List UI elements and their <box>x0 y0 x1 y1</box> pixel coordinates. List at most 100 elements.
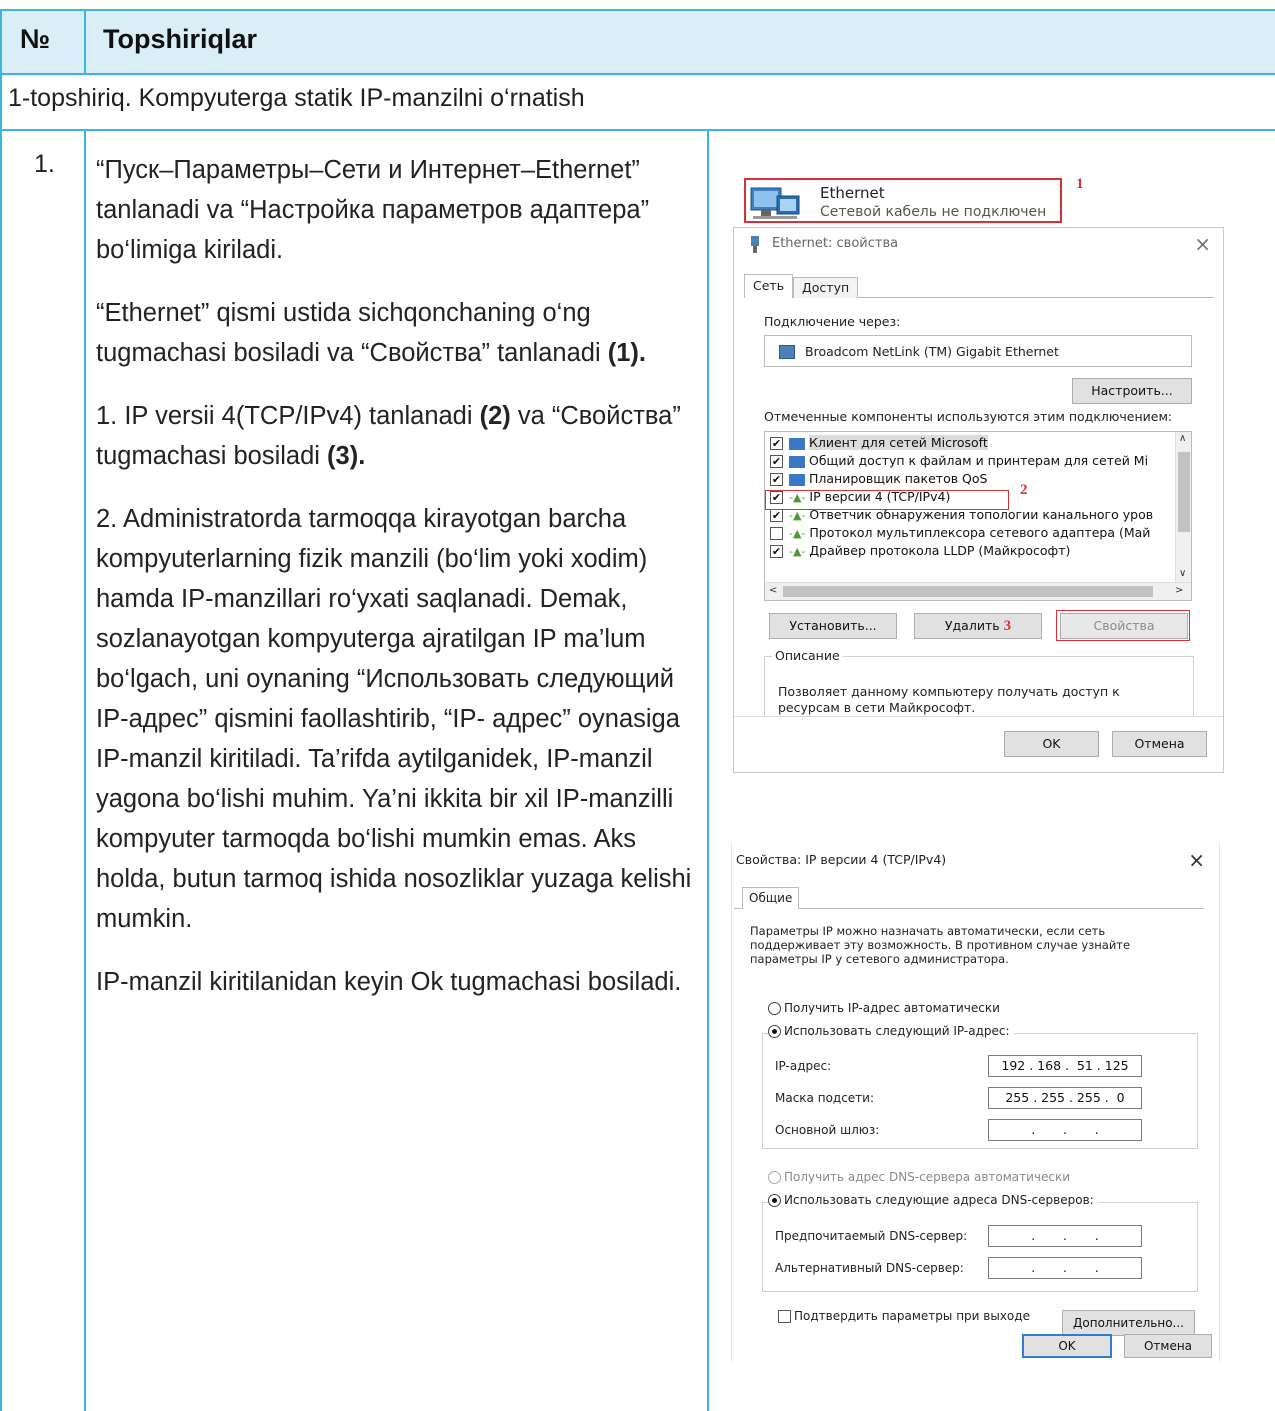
configure-button[interactable]: Настроить... <box>1072 378 1192 404</box>
close-icon[interactable]: × <box>1194 232 1211 256</box>
list-item[interactable]: ✔ -▲- Драйвер протокола LLDP (Майкрософт) <box>770 543 1070 562</box>
radio-manual-ip-label: Использовать следующий IP-адрес: <box>784 1024 1010 1038</box>
gateway-field[interactable]: . . . <box>988 1119 1142 1141</box>
frame-col1-lower <box>84 129 86 1411</box>
tab-network[interactable]: Сеть <box>744 274 794 298</box>
scroll-thumb[interactable] <box>783 586 1153 597</box>
components-label: Отмеченные компоненты используются этим … <box>764 409 1173 424</box>
radio-icon[interactable] <box>768 1171 781 1184</box>
radio-manual-ip[interactable]: Использовать следующий IP-адрес: <box>768 1024 1014 1038</box>
cancel-button[interactable]: Отмена <box>1124 1334 1212 1358</box>
subnet-mask-field[interactable]: 255 . 255 . 255 . 0 <box>988 1087 1142 1109</box>
checkbox[interactable] <box>770 527 783 540</box>
highlight-box-1 <box>744 178 1062 223</box>
ip-label: IP-адрес: <box>775 1059 832 1073</box>
scroll-down-icon[interactable]: ∨ <box>1179 568 1186 579</box>
paragraph-3-ref-2: (2) <box>479 402 511 430</box>
list-item[interactable]: ✔ Планировщик пакетов QoS <box>770 471 987 490</box>
adapter-field: Broadcom NetLink (TM) Gigabit Ethernet <box>764 335 1192 367</box>
checkbox[interactable]: ✔ <box>770 473 783 486</box>
gateway-label: Основной шлюз: <box>775 1123 880 1137</box>
paragraph-2: “Ethernet” qismi ustida sichqonchaning o… <box>96 293 708 373</box>
scroll-up-icon[interactable]: ∧ <box>1179 433 1186 444</box>
paragraph-3-ref-3: (3). <box>327 442 366 470</box>
component-label: Общий доступ к файлам и принтерам для се… <box>809 453 1149 468</box>
step-number: 1. <box>34 150 55 178</box>
marker-1: 1 <box>1076 176 1084 192</box>
scroll-left-icon[interactable]: < <box>769 585 777 596</box>
list-item[interactable]: ✔ Общий доступ к файлам и принтерам для с… <box>770 453 1148 472</box>
highlight-box-2 <box>765 490 1009 510</box>
radio-auto-dns[interactable]: Получить адрес DNS-сервера автоматически <box>768 1170 1070 1184</box>
adapter-name: Broadcom NetLink (TM) Gigabit Ethernet <box>805 344 1059 359</box>
mask-label: Маска подсети: <box>775 1091 875 1105</box>
header-title: Topshiriqlar <box>103 24 258 54</box>
ethernet-adapter-tile[interactable]: Ethernet Сетевой кабель не подключен 1 <box>731 170 1228 227</box>
checkbox[interactable]: ✔ <box>770 455 783 468</box>
dialog-title: Ethernet: свойства <box>772 236 899 251</box>
alternate-dns-label: Альтернативный DNS-сервер: <box>775 1261 964 1275</box>
radio-icon[interactable] <box>768 1194 781 1207</box>
radio-manual-dns-label: Использовать следующие адреса DNS-сервер… <box>784 1193 1094 1207</box>
checkbox[interactable]: ✔ <box>770 437 783 450</box>
paragraph-1: “Пуск–Параметры–Сети и Интернет–Ethernet… <box>96 156 650 264</box>
components-list: ✔ Клиент для сетей Microsoft ✔ Общий досту… <box>764 431 1192 601</box>
paragraph-2-ref: (1). <box>607 339 646 367</box>
frame-left <box>0 9 2 1411</box>
component-label: Клиент для сетей Microsoft <box>809 435 988 450</box>
instruction-text: “Пуск–Параметры–Сети и Интернет–Ethernet… <box>96 150 708 1025</box>
header-number: № <box>20 24 51 54</box>
tab-general[interactable]: Общие <box>742 887 800 909</box>
paragraph-4: 2. Administratorda tarmoqqa kirayotgan b… <box>96 505 692 933</box>
radio-auto-dns-label: Получить адрес DNS-сервера автоматически <box>784 1170 1071 1184</box>
close-icon[interactable]: × <box>1188 848 1205 872</box>
ethernet-properties-dialog: Ethernet: свойства × Сеть Доступ Подключ… <box>733 227 1224 773</box>
ip-address-field[interactable]: 192 . 168 . 51 . 125 <box>988 1055 1142 1077</box>
dialog-title: Свойства: IP версии 4 (TCP/IPv4) <box>736 852 947 867</box>
radio-auto-ip[interactable]: Получить IP-адрес автоматически <box>768 1001 1000 1015</box>
cancel-button[interactable]: Отмена <box>1112 731 1207 757</box>
checkbox[interactable]: ✔ <box>770 509 783 522</box>
ok-button[interactable]: OK <box>1004 731 1099 757</box>
file-sharing-icon <box>789 455 805 468</box>
network-card-icon <box>779 345 795 359</box>
component-label: Протокол мультиплексора сетевого адаптер… <box>809 525 1151 540</box>
description-label: Описание <box>772 648 843 663</box>
horizontal-scrollbar[interactable]: < > <box>765 582 1191 600</box>
checkbox[interactable] <box>778 1310 791 1323</box>
tab-bar: Сеть Доступ <box>744 274 1214 298</box>
checkbox[interactable]: ✔ <box>770 545 783 558</box>
paragraph-2-text: “Ethernet” qismi ustida sichqonchaning o… <box>96 299 608 367</box>
radio-manual-dns[interactable]: Использовать следующие адреса DNS-сервер… <box>768 1193 1098 1207</box>
tab-access[interactable]: Доступ <box>793 277 859 298</box>
frame-task-bottom <box>0 129 1275 131</box>
component-label: Планировщик пакетов QoS <box>809 471 988 486</box>
marker-2: 2 <box>1020 482 1028 498</box>
intro-text: Параметры IP можно назначать автоматичес… <box>750 924 1131 966</box>
remove-button-label: Удалить <box>944 618 1000 633</box>
vertical-scrollbar[interactable]: ∧ ∨ <box>1175 432 1191 584</box>
list-item[interactable]: -▲- Протокол мультиплексора сетевого адап… <box>770 525 1150 544</box>
protocol-icon: -▲- <box>789 527 806 540</box>
remove-button[interactable]: Удалить 3 <box>914 613 1042 639</box>
validate-checkbox[interactable]: Подтвердить параметры при выходе <box>778 1309 1030 1323</box>
client-icon <box>789 437 805 450</box>
radio-icon[interactable] <box>768 1025 781 1038</box>
component-label: Драйвер протокола LLDP (Майкрософт) <box>809 543 1071 558</box>
paragraph-5: IP-manzil kiritilanidan keyin Ok tugmach… <box>96 968 682 996</box>
qos-icon <box>789 473 805 486</box>
preferred-dns-label: Предпочитаемый DNS-сервер: <box>775 1229 968 1243</box>
alternate-dns-field[interactable]: . . . <box>988 1257 1142 1279</box>
radio-icon[interactable] <box>768 1002 781 1015</box>
frame-header-bottom <box>0 73 1275 75</box>
protocol-icon: -▲- <box>789 545 806 558</box>
adapter-title-icon <box>751 236 759 253</box>
install-button[interactable]: Установить... <box>769 613 897 639</box>
scroll-thumb[interactable] <box>1178 452 1190 532</box>
scroll-right-icon[interactable]: > <box>1175 585 1183 596</box>
list-item[interactable]: ✔ Клиент для сетей Microsoft <box>770 435 988 454</box>
advanced-button[interactable]: Дополнительно... <box>1062 1310 1195 1336</box>
preferred-dns-field[interactable]: . . . <box>988 1225 1142 1247</box>
ok-button[interactable]: OK <box>1022 1334 1112 1358</box>
frame-top <box>0 9 1275 11</box>
